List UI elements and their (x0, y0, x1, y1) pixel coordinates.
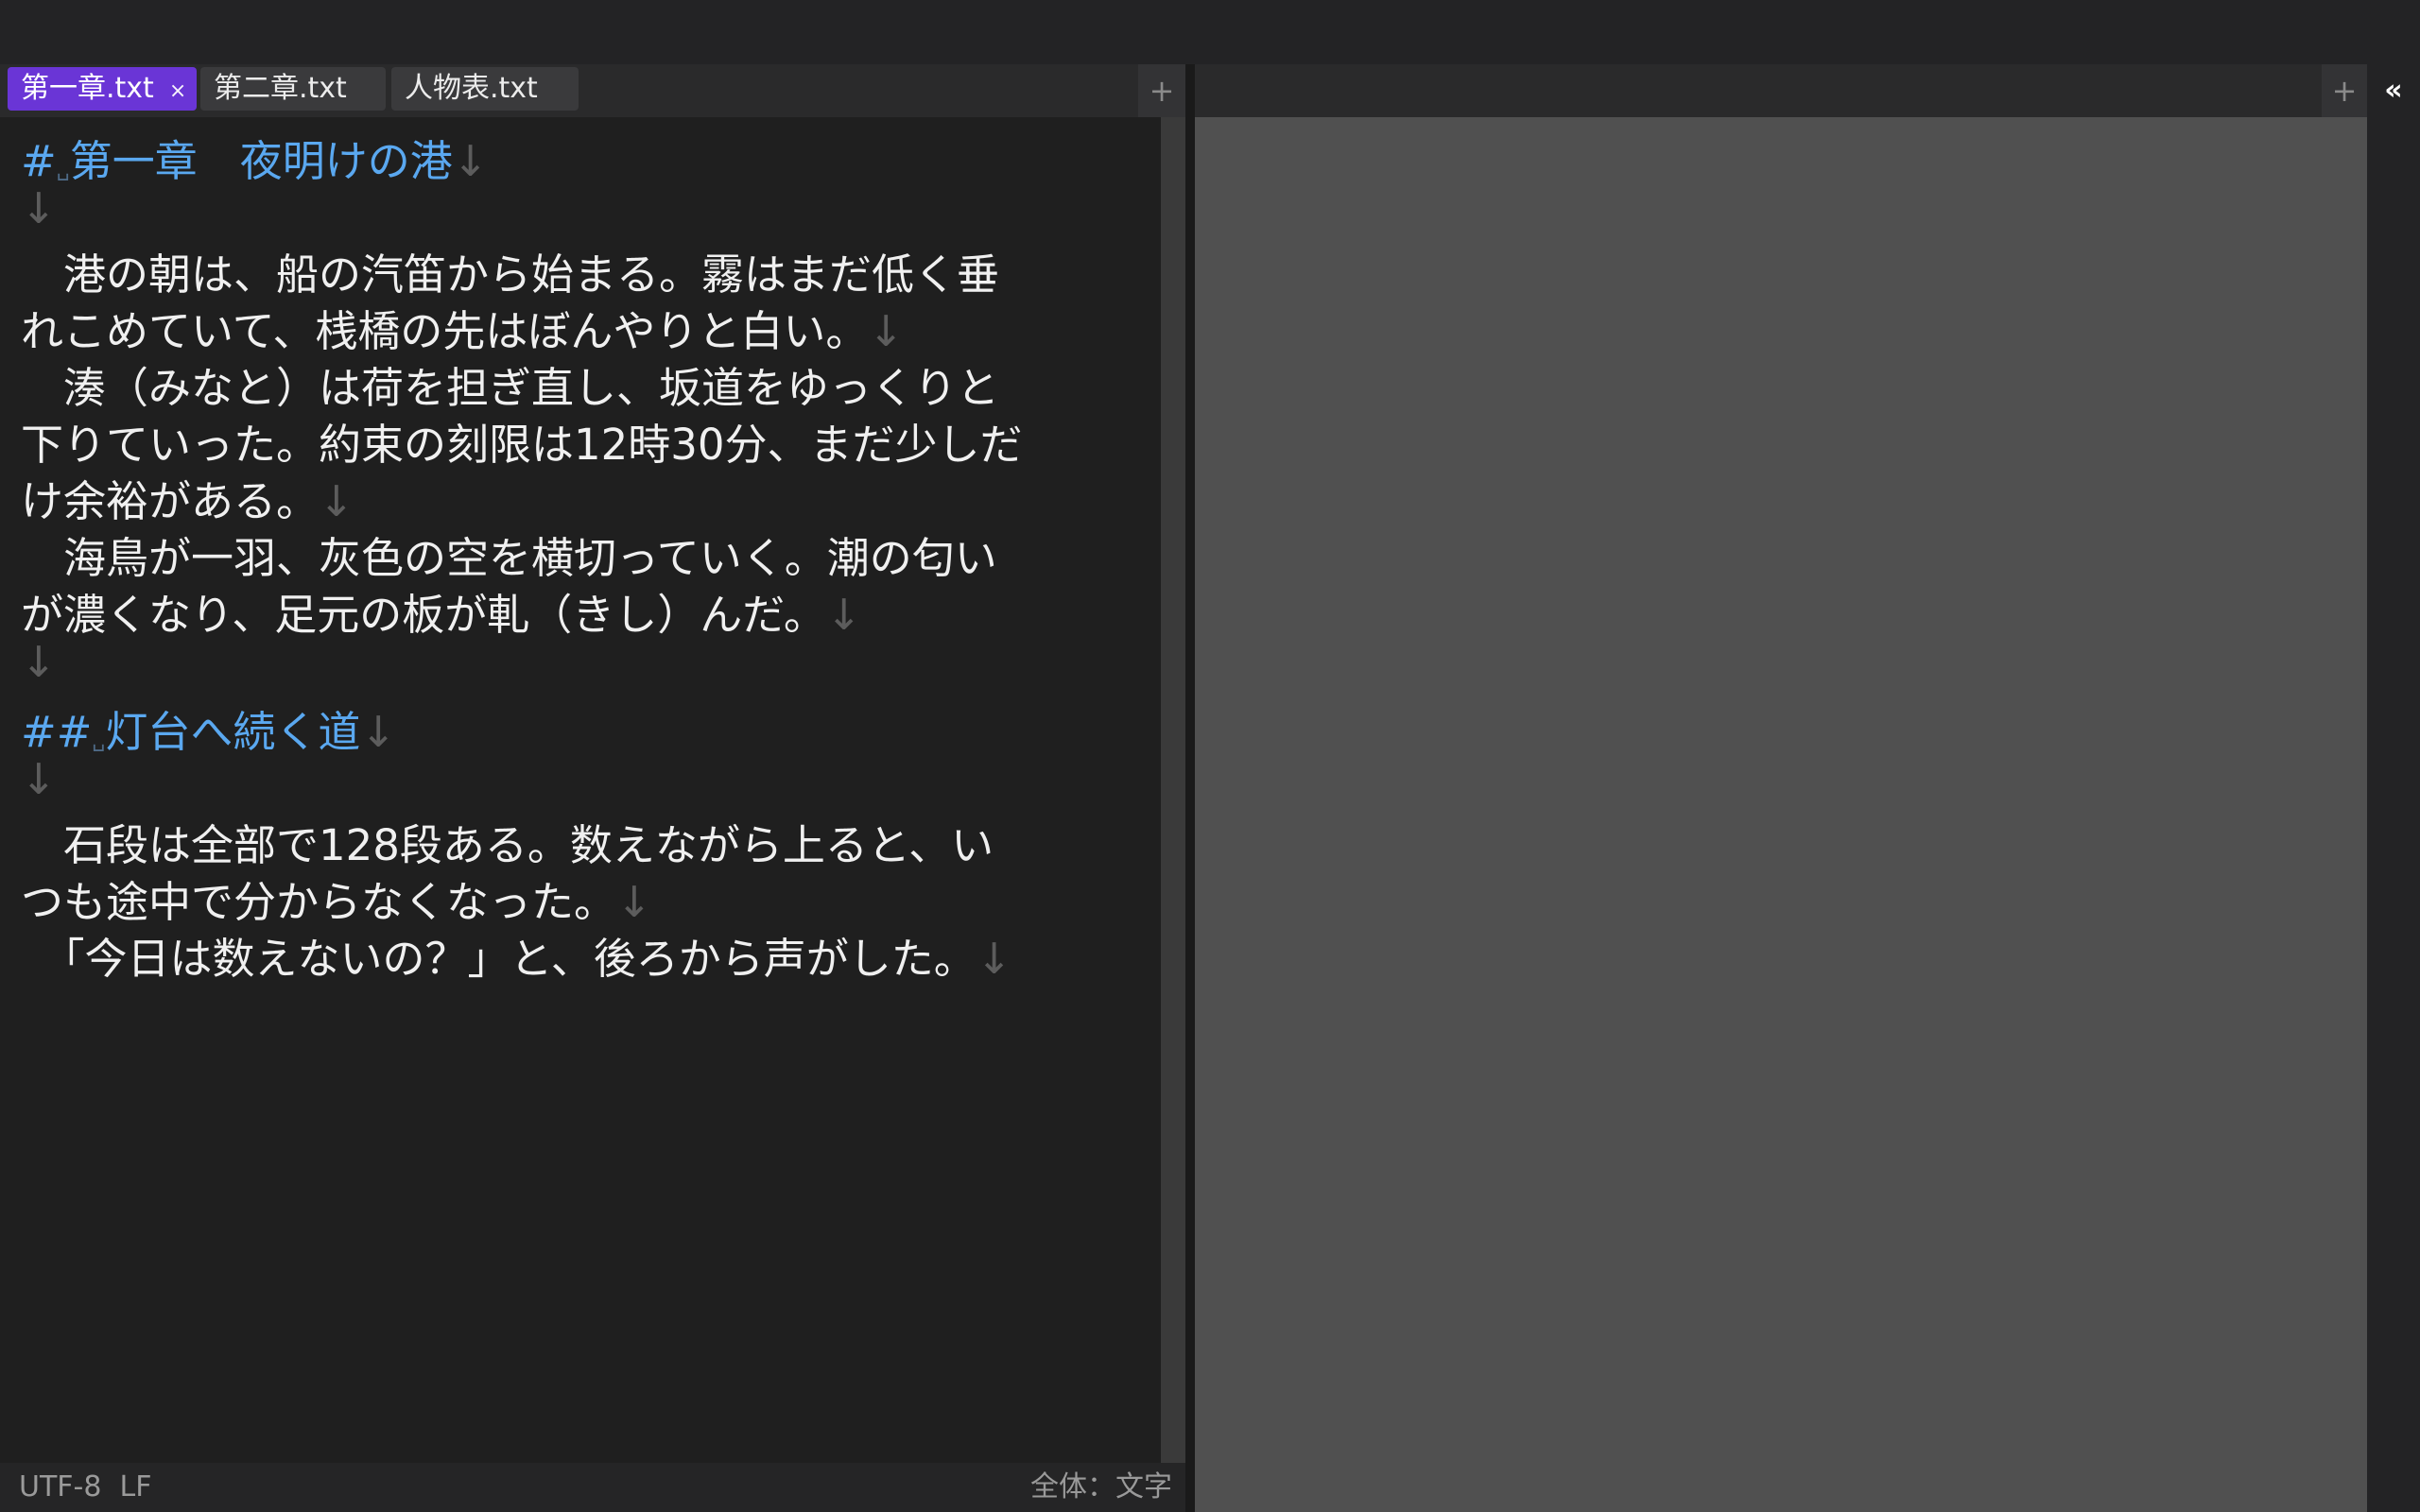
blank-line: ↓ (21, 183, 57, 233)
tab-label: 第一章.txt (21, 72, 154, 105)
newline-mark-icon: ↓ (616, 877, 652, 927)
paragraph-text: 「今日は数えないの？」と、後ろから声がした。 (21, 934, 977, 984)
tab-chapter-1[interactable]: 第一章.txt × (8, 67, 197, 111)
text-editor[interactable]: #␣第一章 夜明けの港↓ ↓ 港の朝は、船の汽笛から始まる。霧はまだ低く垂 れこ… (0, 117, 1161, 1463)
heading-2-text: 灯台へ続く道 (105, 707, 361, 757)
paragraph-line: れこめていて、桟橋の先はぼんやりと白い。↓ (21, 297, 904, 358)
paragraph-line: 港の朝は、船の汽笛から始まる。霧はまだ低く垂 (21, 240, 999, 301)
paragraph-line: つも途中で分からなくなった。↓ (21, 868, 652, 929)
paragraph-text: 下りていった。約束の刻限は12時30分、まだ少しだ (21, 420, 1023, 470)
line-ending-status[interactable]: LF (120, 1470, 152, 1503)
status-left: UTF-8 LF (19, 1463, 152, 1512)
paragraph-line: 下りていった。約束の刻限は12時30分、まだ少しだ (21, 410, 1023, 472)
heading-1-text: 第一章 夜明けの港 (69, 136, 453, 186)
paragraph-text: つも途中で分からなくなった。 (21, 877, 617, 927)
character-count[interactable]: 全体：文字 (1030, 1463, 1172, 1512)
paragraph-text: 石段は全部で128段ある。数えながら上ると、い (21, 820, 994, 870)
newline-mark-icon: ↓ (452, 136, 489, 186)
close-icon[interactable]: × (169, 79, 186, 103)
window-titlebar (0, 0, 2420, 64)
paragraph-line: 石段は全部で128段ある。数えながら上ると、い (21, 811, 994, 872)
paragraph-line: 「今日は数えないの？」と、後ろから声がした。↓ (21, 924, 1011, 986)
tab-label: 第二章.txt (214, 72, 347, 105)
blank-line: ↓ (21, 637, 57, 687)
newline-mark-icon: ↓ (825, 590, 862, 640)
add-tab-button[interactable]: + (1138, 64, 1185, 117)
pane-divider[interactable] (1185, 64, 1195, 1512)
scrollbar-thumb[interactable] (1161, 117, 1185, 1463)
paragraph-text: 海鳥が一羽、灰色の空を横切っていく。潮の匂い (21, 533, 997, 583)
tab-chapter-2[interactable]: 第二章.txt (200, 67, 386, 111)
add-tab-button[interactable]: + (2322, 64, 2367, 117)
heading-2-line: ##␣灯台へ続く道↓ (21, 697, 396, 759)
newline-mark-icon: ↓ (360, 707, 397, 757)
count-label: 全体： (1030, 1470, 1115, 1503)
paragraph-text: 湊（みなと）は荷を担ぎ直し、坂道をゆっくりと (21, 363, 1000, 413)
encoding-status[interactable]: UTF-8 (19, 1470, 101, 1503)
space-mark-icon: ␣ (56, 158, 70, 181)
paragraph-line: け余裕がある。↓ (21, 467, 354, 528)
paragraph-line: 湊（みなと）は荷を担ぎ直し、坂道をゆっくりと (21, 353, 999, 415)
heading-marker: ## (21, 707, 93, 757)
tab-label: 人物表.txt (405, 72, 538, 105)
status-bar: UTF-8 LF 全体：文字 (0, 1463, 1185, 1512)
newline-mark-icon: ↓ (21, 754, 57, 804)
blank-line: ↓ (21, 754, 57, 804)
paragraph-text: 港の朝は、船の汽笛から始まる。霧はまだ低く垂 (21, 249, 1000, 300)
preview-pane: + (1195, 64, 2367, 1512)
paragraph-text: が濃くなり、足元の板が軋（きし）んだ。 (21, 590, 826, 640)
paragraph-line: 海鳥が一羽、灰色の空を横切っていく。潮の匂い (21, 524, 997, 585)
paragraph-line: が濃くなり、足元の板が軋（きし）んだ。↓ (21, 580, 862, 642)
preview-tab-bar: + (1195, 64, 2367, 117)
side-panel-strip (2367, 64, 2420, 1512)
newline-mark-icon: ↓ (21, 183, 57, 233)
count-unit: 文字 (1115, 1470, 1172, 1503)
newline-mark-icon: ↓ (868, 306, 905, 356)
space-mark-icon: ␣ (92, 729, 106, 752)
newline-mark-icon: ↓ (319, 476, 354, 526)
editor-pane: 第一章.txt × 第二章.txt 人物表.txt + #␣第一章 夜明けの港↓ … (0, 64, 1185, 1512)
paragraph-text: れこめていて、桟橋の先はぼんやりと白い。 (21, 306, 869, 356)
heading-marker: # (21, 136, 57, 186)
collapse-panel-icon[interactable]: « (2367, 64, 2420, 117)
newline-mark-icon: ↓ (21, 637, 57, 687)
newline-mark-icon: ↓ (976, 934, 1012, 984)
tab-character-list[interactable]: 人物表.txt (391, 67, 579, 111)
editor-tab-bar: 第一章.txt × 第二章.txt 人物表.txt + (0, 64, 1185, 117)
heading-1-line: #␣第一章 夜明けの港↓ (21, 127, 488, 188)
paragraph-text: け余裕がある。 (21, 476, 320, 526)
